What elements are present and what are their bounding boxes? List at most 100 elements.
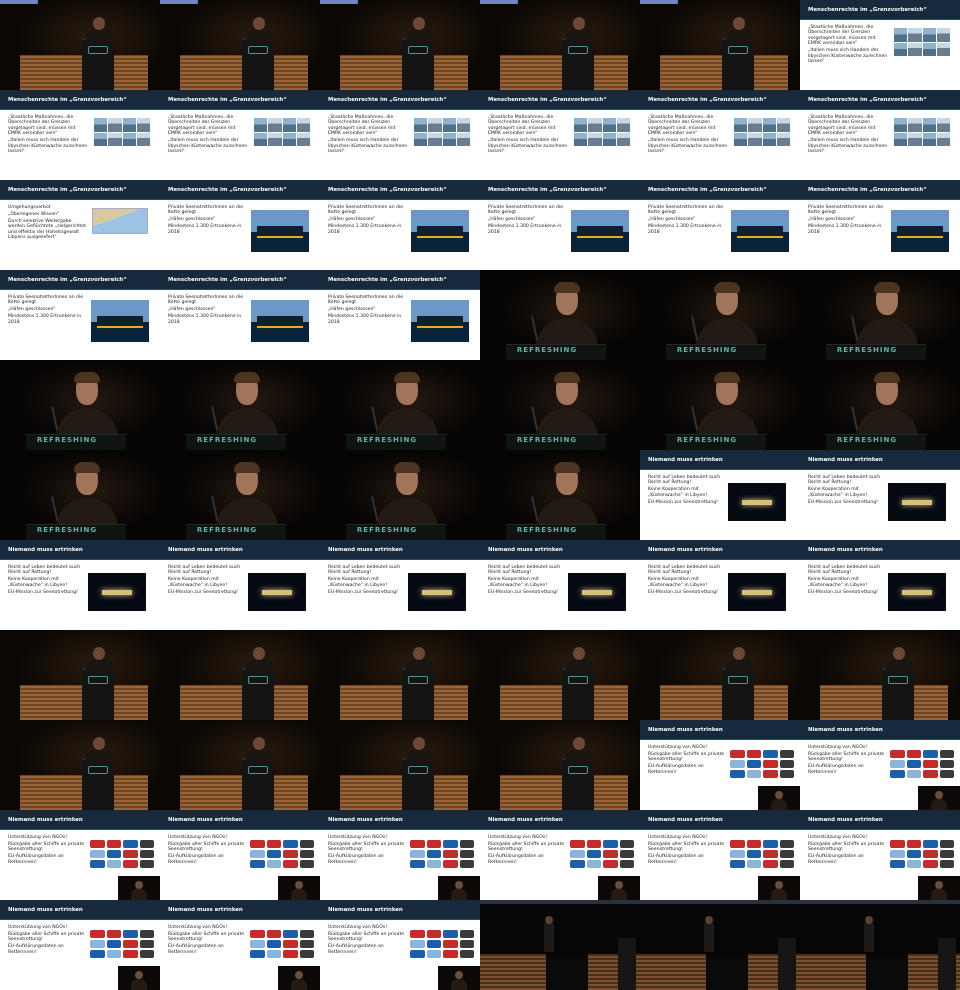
ngo-logo (90, 840, 105, 848)
slide-bullet: Mindestens 1.300 Ertrunkene in 2018 (808, 224, 882, 235)
news-thumb (456, 132, 470, 146)
slide-bullet: Recht auf Leben bedeutet auch Recht auf … (808, 475, 881, 486)
night-image (88, 573, 146, 611)
ngo-logo (266, 950, 281, 958)
ngo-logo (139, 950, 154, 958)
slide-bullet: „Staatliche Maßnahmen, die Überschreiten… (8, 115, 76, 137)
news-thumb (296, 132, 310, 146)
ngo-logo (410, 860, 425, 868)
torso (726, 29, 754, 43)
fighead (705, 916, 713, 924)
lectern-logo (888, 676, 908, 684)
logos-image (250, 840, 314, 868)
slide-bullet: „Häfen geschlossen“ (328, 307, 376, 313)
ngo-logo (939, 750, 954, 758)
hair (874, 282, 900, 293)
news-thumb (122, 132, 136, 146)
panel-l (180, 55, 242, 90)
ngo-logo (746, 760, 761, 768)
ngo-logo (426, 950, 441, 958)
ngo-logo (250, 840, 265, 848)
logos-image (90, 840, 154, 868)
slide-body: Recht auf Leben bedeutet auch Recht auf … (328, 565, 408, 597)
ngo-logo (443, 840, 458, 848)
news-thumb (268, 118, 282, 132)
ngo-logo (459, 860, 474, 868)
panel-r (434, 55, 468, 90)
news-image (894, 28, 950, 56)
ngo-logo (139, 850, 154, 858)
slide-header: Niemand muss ertrinken (480, 810, 640, 830)
ngo-logo (890, 770, 905, 778)
panel-r (594, 775, 628, 810)
torso (406, 749, 434, 763)
ngo-logo (283, 860, 298, 868)
panel-r (594, 685, 628, 720)
wide-stage-frame (480, 900, 640, 990)
speaker-inset (598, 876, 640, 900)
slide-header: Menschenrechte im „Grenzvorbereich“ (480, 180, 640, 200)
hair (714, 282, 740, 293)
desk-logo-text: REFRESHING (356, 526, 418, 534)
slide-bullet: „Häfen geschlossen“ (328, 217, 376, 223)
slide-body: Unterstützung von NGOs! Rückgabe aller Sc… (488, 835, 568, 867)
panel-r (914, 685, 948, 720)
desk-logo-text: REFRESHING (356, 436, 418, 444)
night-image (888, 483, 946, 521)
head (573, 737, 585, 750)
ngo-logo (410, 930, 425, 938)
slide-bullet: „Häfen geschlossen“ (648, 217, 696, 223)
stage-frame (160, 720, 320, 810)
panel-r (434, 685, 468, 720)
map-image (92, 208, 148, 234)
ngo-logo (106, 840, 121, 848)
slide-grenz: Menschenrechte im „Grenzvorbereich“ Priva… (320, 270, 480, 360)
news-thumb (94, 118, 108, 132)
ngo-logo (459, 850, 474, 858)
ngo-logo (443, 950, 458, 958)
news-thumb (894, 42, 908, 56)
ngo-logo (283, 850, 298, 858)
ngo-logo (250, 940, 265, 948)
slide-bullet: Mindestens 1.300 Ertrunkene in 2018 (328, 314, 402, 325)
ngo-logo (730, 770, 745, 778)
slide-bullet: Rückgabe aller Schiffe an private Seenot… (328, 931, 405, 943)
ngo-logo (266, 850, 281, 858)
slide-header: Niemand muss ertrinken (640, 540, 800, 560)
slide-body: Unterstützung von NGOs! Rückgabe aller Sc… (808, 745, 888, 777)
slide-grenz: Menschenrechte im „Grenzvorbereich“ Priva… (160, 180, 320, 270)
ngo-logo (763, 850, 778, 858)
slide-bullet: „Staatliche Maßnahmen, die Überschreiten… (808, 115, 876, 137)
slide-header: Niemand muss ertrinken (0, 810, 160, 830)
slide-body: Recht auf Leben bedeutet auch Recht auf … (808, 475, 888, 507)
logos-image (570, 840, 634, 868)
panel-l (180, 775, 242, 810)
slide-bullet: EU-Aufklärungsdaten an Retterinnen! (808, 854, 864, 865)
news-thumb (922, 28, 936, 42)
slide-grenz: Menschenrechte im „Grenzvorbereich“ „Staa… (480, 90, 640, 180)
ngo-logo (923, 760, 938, 768)
ship-image (91, 300, 149, 342)
news-thumb (748, 132, 762, 146)
slide-niemand: Niemand muss ertrinken Recht auf Leben be… (160, 540, 320, 630)
speaker-inset (758, 876, 800, 900)
ngo-logo (90, 860, 105, 868)
news-thumb (734, 118, 748, 132)
slide-bullet: Recht auf Leben bedeutet auch Recht auf … (808, 565, 881, 576)
ngo-logo (443, 930, 458, 938)
ngo-logo (746, 750, 761, 758)
slide-niemand: Niemand muss ertrinken Unterstützung von … (640, 810, 800, 900)
slide-header: Niemand muss ertrinken (640, 810, 800, 830)
slide-header: Niemand muss ertrinken (0, 900, 160, 920)
slide-bullet: Rückgabe aller Schiffe an private Seenot… (328, 841, 405, 853)
news-thumb (894, 132, 908, 146)
slide-niemand: Niemand muss ertrinken Unterstützung von … (800, 810, 960, 900)
wood-left (800, 954, 866, 990)
slide-niemand: Niemand muss ertrinken Unterstützung von … (0, 900, 160, 990)
slide-bullet: Recht auf Leben bedeutet auch Recht auf … (8, 565, 81, 576)
slide-bullet: Recht auf Leben bedeutet auch Recht auf … (328, 565, 401, 576)
slide-bullet: Private SeenotretterInnen an die Kette g… (8, 295, 84, 306)
ngo-logo (730, 750, 745, 758)
slide-bullet: Private SeenotretterInnen an die Kette g… (328, 295, 404, 306)
hair (874, 372, 900, 383)
